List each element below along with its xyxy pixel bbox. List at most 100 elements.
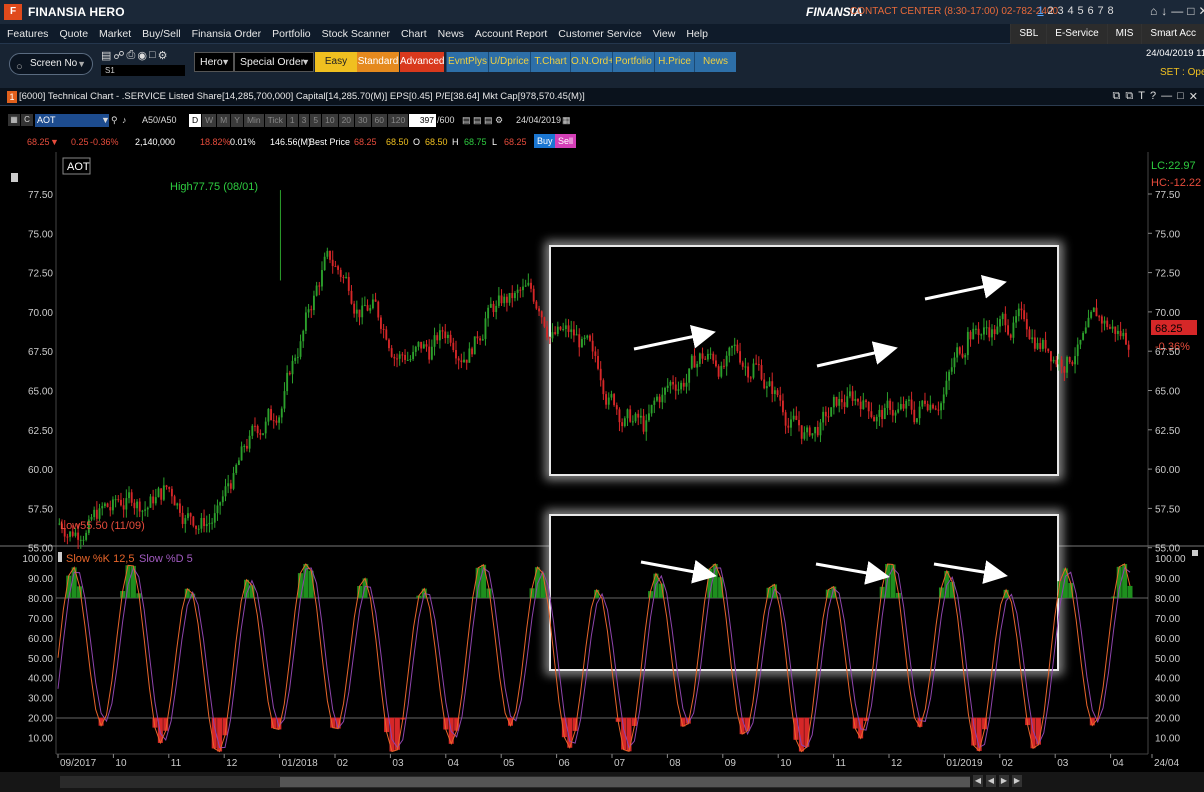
menu-help[interactable]: Help bbox=[686, 28, 708, 40]
candle-body-up bbox=[814, 427, 817, 434]
period-120[interactable]: 120 bbox=[387, 114, 409, 127]
page-tab-1[interactable]: 1 bbox=[1037, 5, 1044, 17]
period-tick[interactable]: Tick bbox=[264, 114, 286, 127]
menu-portfolio[interactable]: Portfolio bbox=[272, 28, 311, 40]
technical-chart[interactable]: AOT High77.75 (08/01) Low55.50 (11/09) L… bbox=[0, 152, 1204, 772]
bars-count-input[interactable]: 397 bbox=[409, 114, 436, 127]
grid-icon[interactable]: ▦ bbox=[8, 114, 20, 126]
next-icon[interactable]: ▶ bbox=[999, 775, 1009, 787]
period-5[interactable]: 5 bbox=[310, 114, 322, 127]
first-icon[interactable]: ◀ bbox=[973, 775, 983, 787]
copy-icon[interactable]: □ bbox=[149, 49, 156, 62]
udprice-button[interactable]: U/Dprice bbox=[488, 52, 530, 72]
stoch-menu-icon[interactable] bbox=[58, 552, 62, 562]
chart-menu-icon[interactable] bbox=[11, 173, 18, 182]
calendar-icon[interactable]: ▦ bbox=[562, 115, 571, 126]
buy-button[interactable]: Buy bbox=[534, 134, 556, 148]
minimize-icon[interactable]: — bbox=[1171, 4, 1183, 18]
menu-buy-sell[interactable]: Buy/Sell bbox=[142, 28, 181, 40]
period-10[interactable]: 10 bbox=[322, 114, 338, 127]
last-icon[interactable]: ▶ bbox=[1012, 775, 1022, 787]
tile-icon[interactable]: ⧉ bbox=[1125, 90, 1133, 103]
period-3[interactable]: 3 bbox=[298, 114, 310, 127]
home-icon[interactable]: ⌂ bbox=[1150, 4, 1157, 18]
period-y[interactable]: Y bbox=[231, 114, 243, 127]
page-tab-8[interactable]: 8 bbox=[1107, 5, 1114, 17]
page-tab-7[interactable]: 7 bbox=[1097, 5, 1104, 17]
link-icon[interactable]: ☍ bbox=[113, 49, 124, 62]
candle-body-up bbox=[698, 353, 701, 364]
close-icon[interactable]: ✕ bbox=[1199, 4, 1204, 18]
standard-button[interactable]: Standard bbox=[357, 52, 399, 72]
download-icon[interactable]: ↓ bbox=[1161, 4, 1167, 18]
s1-field[interactable]: S1 bbox=[101, 65, 185, 76]
mis-button[interactable]: MIS bbox=[1106, 24, 1142, 44]
chart-tools-icon[interactable]: ▤ ▤ ▤ ⚙ bbox=[462, 115, 503, 126]
order-type-select[interactable]: Special Order ▼ bbox=[234, 52, 314, 72]
menu-stock-scanner[interactable]: Stock Scanner bbox=[322, 28, 390, 40]
page-tab-4[interactable]: 4 bbox=[1067, 5, 1074, 17]
compare-icon[interactable]: C bbox=[21, 114, 33, 126]
candle-body-up bbox=[999, 319, 1001, 327]
period-1[interactable]: 1 bbox=[286, 114, 298, 127]
search-icon[interactable]: ⚲ bbox=[111, 115, 118, 126]
symbol-input[interactable]: AOT bbox=[35, 114, 109, 127]
menu-customer-service[interactable]: Customer Service bbox=[558, 28, 641, 40]
sell-button[interactable]: Sell bbox=[555, 134, 577, 148]
settings-icon[interactable]: ⚙ bbox=[158, 49, 168, 62]
restore-icon[interactable]: ⧉ bbox=[1113, 90, 1121, 103]
screen-no-select[interactable]: ○ Screen No ▼ bbox=[9, 53, 93, 75]
help-icon[interactable]: ? bbox=[1150, 90, 1156, 103]
text-icon[interactable]: T bbox=[1138, 90, 1145, 103]
e-service-button[interactable]: E-Service bbox=[1046, 24, 1107, 44]
period-60[interactable]: 60 bbox=[371, 114, 387, 127]
hprice-button[interactable]: H.Price bbox=[654, 52, 694, 72]
camera-icon[interactable]: ◉ bbox=[137, 49, 147, 62]
menu-account-report[interactable]: Account Report bbox=[475, 28, 547, 40]
news-button[interactable]: News bbox=[694, 52, 736, 72]
menu-view[interactable]: View bbox=[653, 28, 676, 40]
page-tab-6[interactable]: 6 bbox=[1087, 5, 1094, 17]
prev-icon[interactable]: ◀ bbox=[986, 775, 996, 787]
scroll-thumb[interactable] bbox=[280, 777, 970, 787]
evntplys-button[interactable]: EvntPlys bbox=[446, 52, 488, 72]
candle-body-up bbox=[240, 446, 243, 461]
tchart-button[interactable]: T.Chart bbox=[530, 52, 570, 72]
menu-quote[interactable]: Quote bbox=[59, 28, 88, 40]
page-tab-2[interactable]: 2 bbox=[1047, 5, 1054, 17]
menu-features[interactable]: Features bbox=[7, 28, 48, 40]
sbl-button[interactable]: SBL bbox=[1010, 24, 1047, 44]
time-tick-label: 07 bbox=[614, 758, 626, 769]
print-icon[interactable]: ⎙ bbox=[127, 49, 136, 62]
page-tab-3[interactable]: 3 bbox=[1057, 5, 1064, 17]
menu-chart[interactable]: Chart bbox=[401, 28, 427, 40]
save-icon[interactable]: ▤ bbox=[101, 49, 111, 62]
maximize-icon[interactable]: □ bbox=[1187, 4, 1194, 18]
sound-icon[interactable]: ♪ bbox=[122, 115, 127, 125]
period-w[interactable]: W bbox=[202, 114, 217, 127]
page-tab-5[interactable]: 5 bbox=[1077, 5, 1084, 17]
easy-button[interactable]: Easy bbox=[315, 52, 357, 72]
period-30[interactable]: 30 bbox=[355, 114, 371, 127]
smart-acc-button[interactable]: Smart Acc bbox=[1141, 24, 1204, 44]
maximize-icon[interactable]: □ bbox=[1177, 90, 1184, 103]
period-d[interactable]: D bbox=[189, 114, 202, 127]
menu-finansia-order[interactable]: Finansia Order bbox=[192, 28, 261, 40]
period-min[interactable]: Min bbox=[243, 114, 264, 127]
candle-body-down bbox=[658, 396, 661, 403]
hero-select[interactable]: Hero ▼ bbox=[194, 52, 234, 72]
menu-market[interactable]: Market bbox=[99, 28, 131, 40]
portfolio-button[interactable]: Portfolio bbox=[612, 52, 654, 72]
stoch-collapse-icon[interactable] bbox=[1192, 550, 1198, 556]
contact-center-link[interactable]: CONTACT CENTER (8:30-17:00) 02-782-2400 bbox=[850, 6, 1058, 17]
chevron-down-icon[interactable]: ▼ bbox=[101, 115, 110, 125]
menu-news[interactable]: News bbox=[438, 28, 464, 40]
minimize-icon[interactable]: — bbox=[1161, 90, 1172, 103]
candle-body-up bbox=[765, 386, 768, 389]
candle-body-up bbox=[929, 404, 932, 411]
period-20[interactable]: 20 bbox=[338, 114, 355, 127]
close-icon[interactable]: ✕ bbox=[1189, 90, 1198, 103]
period-m[interactable]: M bbox=[217, 114, 231, 127]
on-ord-button[interactable]: O.N.Ord+ bbox=[570, 52, 614, 72]
advanced-button[interactable]: Advanced bbox=[400, 52, 444, 72]
